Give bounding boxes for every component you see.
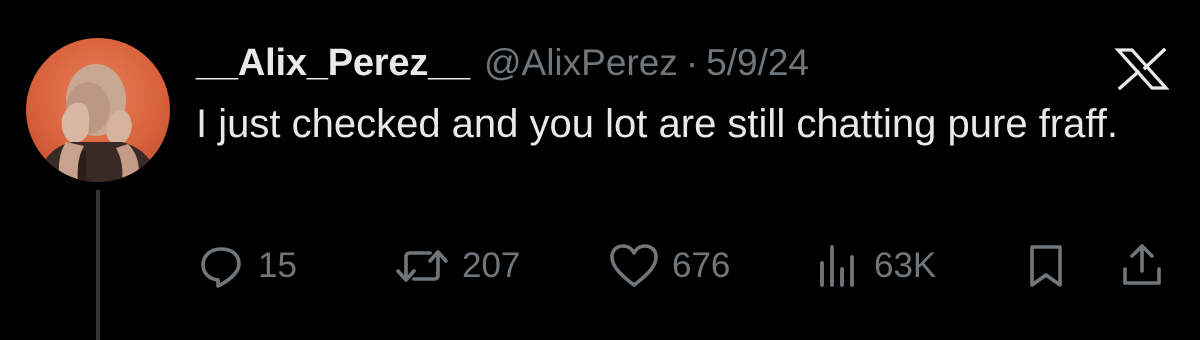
retweet-button[interactable]: 207 — [394, 238, 520, 294]
retweet-count: 207 — [462, 246, 521, 285]
person-portrait-icon — [36, 64, 160, 182]
share-icon — [1123, 244, 1161, 285]
retweet-icon — [396, 250, 448, 282]
bookmark-icon — [1030, 245, 1062, 287]
reply-icon — [201, 247, 241, 288]
views-count: 63K — [874, 246, 937, 285]
x-logo-icon — [1114, 48, 1170, 90]
like-button[interactable]: 676 — [608, 238, 730, 294]
views-button[interactable]: 63K — [816, 238, 936, 294]
avatar[interactable] — [26, 38, 170, 182]
tweet-text: I just checked and you lot are still cha… — [196, 102, 1118, 146]
reply-button[interactable]: 15 — [196, 238, 297, 294]
separator-dot: · — [685, 42, 699, 83]
action-bar: 15 207 676 63K — [196, 238, 1176, 294]
share-button[interactable] — [1120, 238, 1164, 294]
reply-count: 15 — [258, 246, 297, 285]
thread-connector-line — [96, 190, 100, 340]
bookmark-button[interactable] — [1026, 238, 1066, 294]
tweet-date[interactable]: 5/9/24 — [706, 42, 809, 84]
user-handle[interactable]: @AlixPerez — [484, 42, 678, 84]
like-count: 676 — [672, 246, 731, 285]
heart-icon — [610, 244, 658, 287]
display-name[interactable]: __Alix_Perez__ — [196, 42, 470, 85]
tweet-header: __Alix_Perez__ @AlixPerez · 5/9/24 — [196, 42, 809, 92]
tweet-card[interactable]: __Alix_Perez__ @AlixPerez · 5/9/24 I jus… — [0, 0, 1200, 340]
views-icon — [820, 245, 854, 287]
